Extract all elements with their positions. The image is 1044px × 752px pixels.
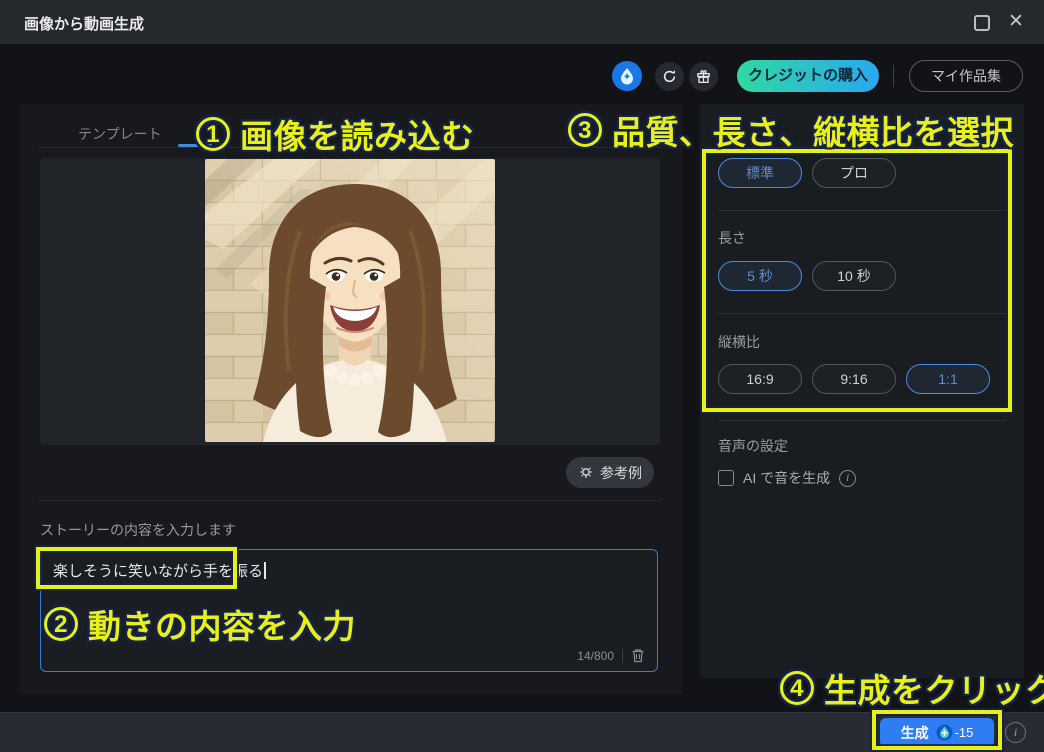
refresh-button[interactable] (655, 62, 684, 91)
annotation-rect-options (702, 149, 1012, 412)
audio-settings-label: 音声の設定 (718, 436, 788, 456)
annotation-rect-prompt (36, 547, 237, 589)
annotation-step3: 3 品質、長さ、縦横比を選択 (568, 106, 1014, 154)
annotation-step1-text: 画像を読み込む (240, 110, 475, 158)
annotation-step3-text: 品質、長さ、縦横比を選択 (612, 106, 1014, 154)
annotation-step4-text: 生成をクリック (824, 664, 1044, 712)
my-works-button[interactable]: マイ作品集 (909, 60, 1023, 92)
story-section-divider (38, 500, 662, 501)
annotation-rect-generate (872, 710, 1002, 750)
uploaded-image-preview (205, 159, 495, 442)
annotation-step4: 4 生成をクリック (780, 664, 1044, 712)
titlebar: 画像から動画生成 ✕ (0, 0, 1044, 44)
droplet-icon (618, 67, 636, 85)
window-title: 画像から動画生成 (24, 13, 144, 34)
reference-example-label: 参考例 (600, 463, 642, 483)
image-to-video-window: 画像から動画生成 ✕ クレジットの購入 マイ作品集 テンプレート (0, 0, 1044, 752)
gift-icon (696, 69, 711, 84)
maximize-button[interactable] (974, 15, 990, 31)
annotation-step3-number: 3 (568, 113, 602, 147)
ai-sound-info-icon[interactable]: i (839, 470, 856, 487)
close-button[interactable]: ✕ (1004, 10, 1028, 34)
reference-example-button[interactable]: 参考例 (566, 457, 654, 488)
footer-info-icon[interactable]: i (1005, 722, 1026, 743)
annotation-step4-number: 4 (780, 671, 814, 705)
buy-credits-button[interactable]: クレジットの購入 (737, 60, 879, 92)
refresh-icon (662, 69, 677, 84)
counter-divider (622, 649, 623, 663)
credit-balance-icon[interactable] (612, 61, 642, 91)
annotation-step2-text: 動きの内容を入力 (88, 600, 356, 648)
story-input-label: ストーリーの内容を入力します (40, 520, 236, 540)
annotation-step1: 1 画像を読み込む (196, 110, 475, 158)
text-caret (264, 562, 266, 579)
settings-divider (718, 420, 1006, 421)
trash-icon[interactable] (631, 648, 645, 663)
char-counter: 14/800 (577, 649, 614, 663)
lightbulb-icon (578, 465, 594, 481)
annotation-step1-number: 1 (196, 117, 230, 151)
tab-template[interactable]: テンプレート (78, 124, 162, 144)
annotation-step2-number: 2 (44, 607, 78, 641)
image-preview-area[interactable] (40, 158, 660, 445)
gift-button[interactable] (689, 62, 718, 91)
ai-sound-checkbox[interactable] (718, 470, 734, 486)
annotation-step2: 2 動きの内容を入力 (44, 600, 356, 648)
ai-sound-label: AI で音を生成 (743, 468, 830, 488)
prompt-footer: 14/800 (577, 648, 645, 663)
ai-sound-row: AI で音を生成 i (718, 468, 856, 488)
topbar-divider (893, 65, 894, 87)
